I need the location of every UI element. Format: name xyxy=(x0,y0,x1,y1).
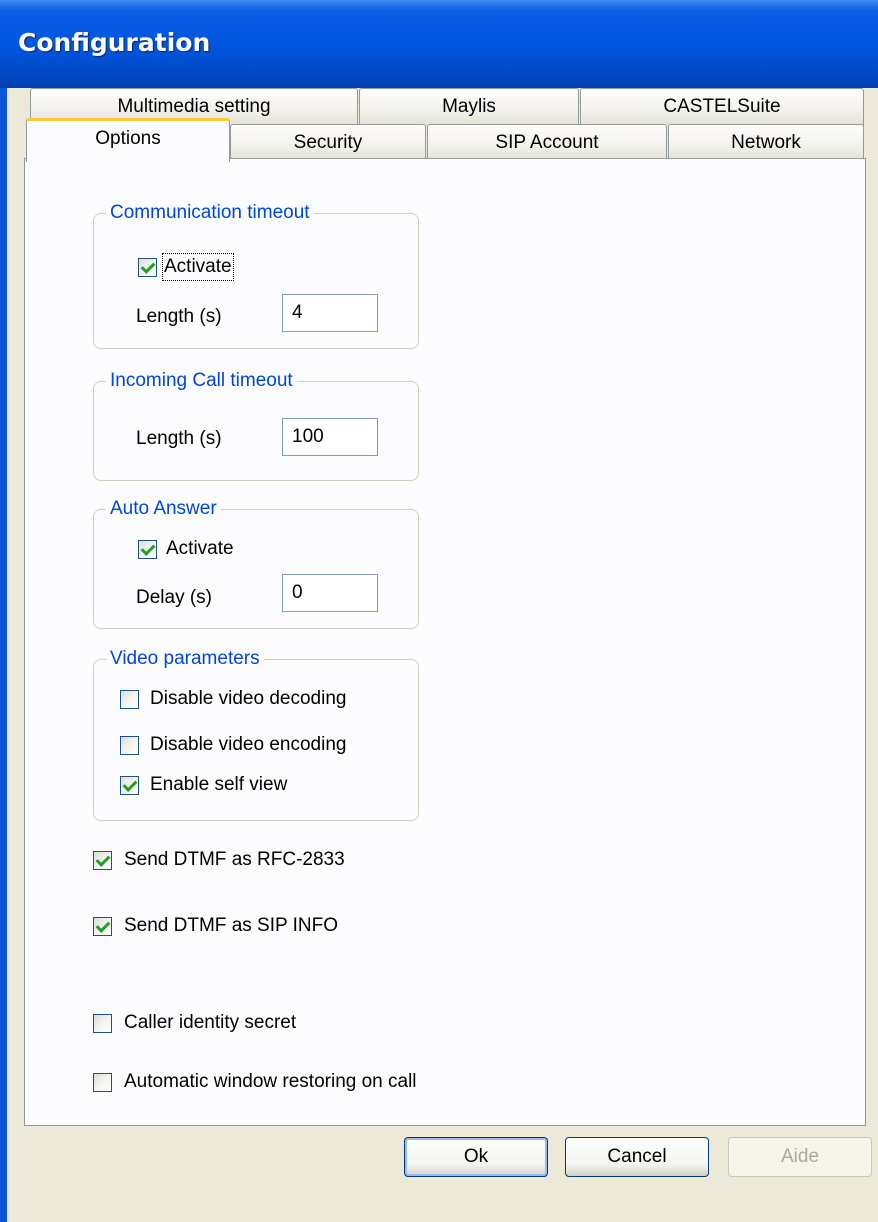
automatic-window-restoring-checkbox[interactable] xyxy=(93,1073,112,1092)
auto-answer-activate-label[interactable]: Activate xyxy=(166,537,234,561)
auto-answer-activate-checkbox[interactable] xyxy=(138,540,157,559)
ok-button[interactable]: Ok xyxy=(404,1137,548,1177)
communication-activate-checkbox[interactable] xyxy=(138,258,157,277)
tab-maylis[interactable]: Maylis xyxy=(359,88,579,126)
tab-options[interactable]: Options xyxy=(26,118,230,162)
send-dtmf-rfc2833-label[interactable]: Send DTMF as RFC-2833 xyxy=(124,848,345,872)
incoming-length-label: Length (s) xyxy=(136,428,222,449)
communication-length-input[interactable]: 4 xyxy=(282,294,378,332)
incoming-call-timeout-group: Incoming Call timeout Length (s) 100 xyxy=(93,370,419,481)
enable-self-view-label[interactable]: Enable self view xyxy=(150,773,287,797)
window-title: Configuration xyxy=(18,28,211,57)
help-button[interactable]: Aide xyxy=(728,1137,872,1177)
title-bar[interactable]: Configuration xyxy=(0,0,878,88)
tab-sip-account[interactable]: SIP Account xyxy=(427,124,667,162)
automatic-window-restoring-label[interactable]: Automatic window restoring on call xyxy=(124,1070,417,1094)
auto-answer-legend: Auto Answer xyxy=(106,498,221,520)
caller-identity-secret-checkbox[interactable] xyxy=(93,1014,112,1033)
auto-answer-delay-input[interactable]: 0 xyxy=(282,574,378,612)
auto-answer-delay-label: Delay (s) xyxy=(136,587,213,608)
incoming-length-input[interactable]: 100 xyxy=(282,418,378,456)
disable-video-encoding-checkbox[interactable] xyxy=(120,736,139,755)
send-dtmf-sip-info-checkbox[interactable] xyxy=(93,917,112,936)
disable-video-decoding-label[interactable]: Disable video decoding xyxy=(150,687,346,711)
send-dtmf-sip-info-label[interactable]: Send DTMF as SIP INFO xyxy=(124,914,338,938)
window-frame-left xyxy=(0,88,7,1222)
video-parameters-legend: Video parameters xyxy=(106,648,264,670)
enable-self-view-checkbox[interactable] xyxy=(120,776,139,795)
video-parameters-group: Video parameters Disable video decoding … xyxy=(93,648,419,821)
disable-video-encoding-label[interactable]: Disable video encoding xyxy=(150,733,346,757)
tab-security[interactable]: Security xyxy=(230,124,426,162)
disable-video-decoding-checkbox[interactable] xyxy=(120,690,139,709)
communication-timeout-legend: Communication timeout xyxy=(106,202,314,224)
send-dtmf-rfc2833-checkbox[interactable] xyxy=(93,851,112,870)
auto-answer-group: Auto Answer Activate Delay (s) 0 xyxy=(93,498,419,629)
incoming-call-timeout-legend: Incoming Call timeout xyxy=(106,370,297,392)
tab-castelsuite[interactable]: CASTELSuite xyxy=(580,88,864,126)
communication-activate-label[interactable]: Activate xyxy=(162,253,234,281)
cancel-button[interactable]: Cancel xyxy=(565,1137,709,1177)
communication-length-label: Length (s) xyxy=(136,306,222,327)
caller-identity-secret-label[interactable]: Caller identity secret xyxy=(124,1011,296,1035)
tab-network[interactable]: Network xyxy=(668,124,864,162)
options-panel: Communication timeout Activate Length (s… xyxy=(24,158,866,1126)
communication-timeout-group: Communication timeout Activate Length (s… xyxy=(93,202,419,349)
configuration-dialog: Configuration Multimedia setting Maylis … xyxy=(0,0,878,1222)
